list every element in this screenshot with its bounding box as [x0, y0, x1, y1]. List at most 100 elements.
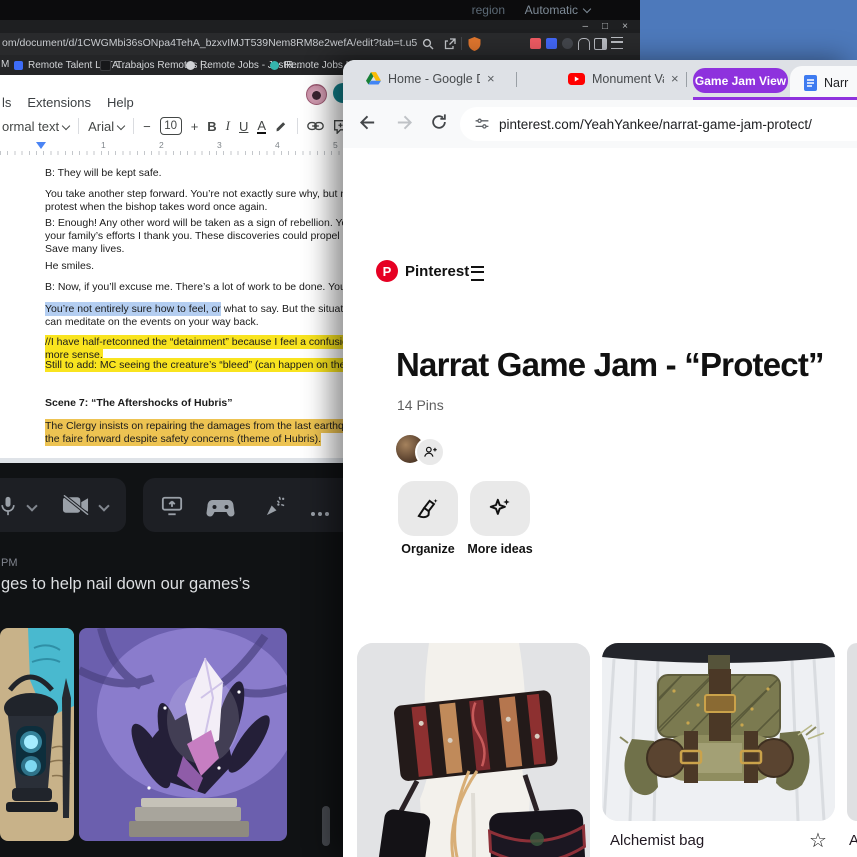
insert-link-icon[interactable]: [307, 121, 324, 131]
menu-icon[interactable]: [611, 37, 623, 49]
doc-heading: Scene 7: “The Aftershocks of Hubris”: [45, 397, 233, 409]
close-button[interactable]: ×: [622, 20, 628, 33]
game-controller-icon[interactable]: [206, 499, 235, 517]
hamburger-menu-icon[interactable]: [471, 266, 484, 281]
pin-image-belt-costume[interactable]: [357, 643, 590, 857]
tab-title: Monument Valley: [592, 71, 664, 86]
bookmark-fragment[interactable]: M: [1, 59, 9, 70]
pin-image-alchemist-bag[interactable]: [602, 643, 835, 821]
indent-marker[interactable]: [36, 142, 46, 149]
person-add-icon: [424, 446, 437, 457]
bookmark-favicon: [100, 60, 111, 71]
tab-divider: [516, 72, 517, 87]
divider: [461, 37, 462, 50]
doc-line: B: Enough! Any other word will be taken …: [45, 217, 343, 229]
bold-button[interactable]: B: [207, 119, 216, 134]
tab-close-icon[interactable]: ×: [487, 71, 495, 86]
site-settings-icon[interactable]: [474, 116, 490, 132]
organize-broom-icon: [417, 498, 438, 518]
attachment-image-lantern[interactable]: [0, 628, 74, 841]
chevron-down-icon[interactable]: [98, 500, 110, 512]
extension-icon-red[interactable]: [530, 38, 541, 49]
italic-button[interactable]: I: [226, 118, 230, 134]
ghost-extension-icon[interactable]: [578, 38, 590, 50]
reload-button[interactable]: [430, 113, 448, 131]
pin-title-fragment[interactable]: A: [849, 832, 857, 849]
tab-active-pinterest[interactable]: Narr: [790, 66, 857, 100]
bookmark-favicon: [186, 61, 195, 70]
docs-toolbar: ormal text Arial − 10 + B I U A: [0, 112, 345, 140]
shield-extension-icon[interactable]: [468, 37, 481, 51]
decrease-font-button[interactable]: −: [143, 119, 151, 134]
selected-text: You’re not entirely sure how to feel, or: [45, 302, 221, 316]
ruler-mark: 1: [101, 140, 106, 150]
menu-item-help[interactable]: Help: [107, 95, 134, 110]
organize-button[interactable]: [398, 481, 458, 536]
bookmark-favicon: [14, 61, 23, 70]
chevron-down-icon: [582, 4, 592, 14]
doc-line: can meditate on the events on your way b…: [45, 316, 259, 328]
microphone-icon[interactable]: [0, 495, 18, 517]
confetti-icon[interactable]: [264, 495, 287, 518]
back-button[interactable]: [358, 113, 377, 132]
attachment-image-crystal[interactable]: [79, 628, 287, 841]
avatar[interactable]: [306, 84, 327, 105]
menu-item[interactable]: ls: [2, 95, 11, 110]
youtube-icon: [568, 72, 585, 85]
zoom-icon[interactable]: [422, 38, 434, 50]
tab-title: Home - Google D: [388, 71, 480, 86]
menu-item-extensions[interactable]: Extensions: [27, 95, 91, 110]
sidebar-icon[interactable]: [594, 38, 607, 50]
pinterest-logo-icon[interactable]: P: [376, 260, 398, 282]
camera-off-icon[interactable]: [62, 495, 89, 515]
favorite-star-icon[interactable]: ☆: [809, 828, 827, 853]
region-dropdown[interactable]: Automatic: [525, 3, 592, 17]
docs-menubar: ls Extensions Help: [2, 95, 134, 110]
pinterest-page: P Pinterest Narrat Game Jam - “Protect” …: [343, 148, 857, 857]
minimize-button[interactable]: –: [582, 20, 588, 33]
forward-button[interactable]: [395, 113, 414, 132]
font-dropdown[interactable]: Arial: [88, 119, 126, 134]
docs-ruler: 1 2 3 4 5: [0, 140, 343, 156]
tab-google-drive[interactable]: Home - Google D ×: [366, 60, 506, 97]
increase-font-button[interactable]: +: [191, 119, 199, 134]
url-text[interactable]: pinterest.com/YeahYankee/narrat-game-jam…: [499, 117, 812, 132]
doc-line: You take another step forward. You’re no…: [45, 188, 343, 200]
tab-group-label[interactable]: Game Jam View: [693, 68, 788, 93]
more-ideas-button[interactable]: [470, 481, 530, 536]
back-browser-urlbar[interactable]: om/document/d/1CWGMbi36sONpa4TehA_bzxvIM…: [0, 33, 640, 55]
doc-line-highlighted: Still to add: MC seeing the creature’s “…: [45, 358, 343, 372]
pin-title[interactable]: Alchemist bag: [610, 832, 704, 849]
bookmark-favicon: [270, 61, 279, 70]
tab-youtube[interactable]: Monument Valley ×: [568, 60, 686, 97]
tab-close-icon[interactable]: ×: [671, 71, 679, 86]
extension-icon-circle[interactable]: [562, 38, 573, 49]
more-options-button[interactable]: [311, 503, 332, 521]
pinterest-wordmark[interactable]: Pinterest: [405, 263, 469, 280]
highlight-pen-icon[interactable]: [275, 120, 288, 133]
scrollbar-thumb[interactable]: [322, 806, 330, 846]
document-page[interactable]: B: They will be kept safe. You take anot…: [0, 156, 343, 458]
paragraph-style-dropdown[interactable]: ormal text: [2, 119, 71, 134]
font-size-field[interactable]: 10: [159, 117, 182, 135]
chevron-down-icon[interactable]: [26, 500, 38, 512]
divider: [133, 118, 135, 134]
back-url-text[interactable]: om/document/d/1CWGMbi36sONpa4TehA_bzxvIM…: [2, 37, 417, 49]
text-color-button[interactable]: A: [257, 119, 267, 134]
share-icon[interactable]: [444, 38, 456, 50]
extension-icon-blue[interactable]: [546, 38, 557, 49]
underline-button[interactable]: U: [239, 119, 248, 134]
ruler-mark: 4: [275, 140, 280, 150]
pin-image-partial[interactable]: [847, 643, 857, 821]
screen-share-icon[interactable]: [160, 495, 184, 517]
tab-divider: [686, 72, 687, 87]
back-browser-titlebar: – □ ×: [0, 20, 640, 33]
ruler-mark: 3: [217, 140, 222, 150]
doc-line: He smiles.: [45, 260, 95, 272]
ruler-mark: 5: [333, 140, 338, 150]
address-bar[interactable]: pinterest.com/YeahYankee/narrat-game-jam…: [460, 107, 857, 141]
maximize-button[interactable]: □: [602, 20, 608, 33]
activity-controls-group: [143, 478, 359, 532]
add-collaborator-button[interactable]: [415, 437, 445, 467]
organize-label: Organize: [401, 542, 455, 556]
